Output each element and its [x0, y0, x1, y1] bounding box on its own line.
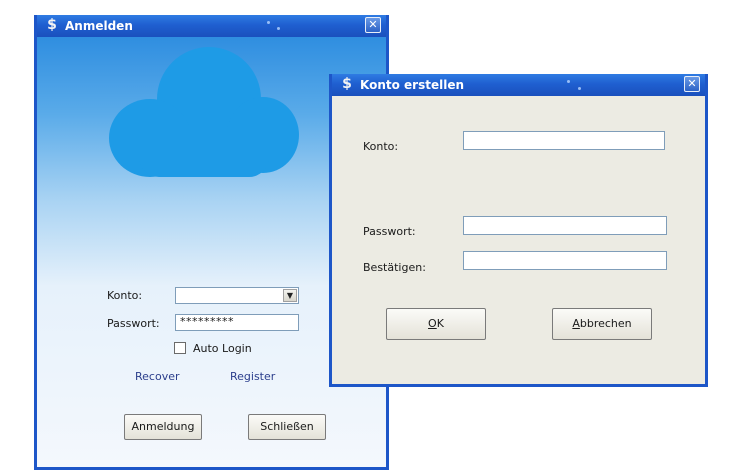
password-field[interactable]: ********* — [175, 314, 299, 331]
confirm-label: Bestätigen: — [363, 261, 426, 274]
new-password-field[interactable] — [463, 216, 667, 235]
chevron-down-icon[interactable]: ▼ — [283, 289, 297, 302]
create-close-icon[interactable]: ✕ — [684, 76, 700, 92]
login-close-icon[interactable]: ✕ — [365, 17, 381, 33]
dollar-app-icon: $ — [342, 76, 352, 92]
recover-link[interactable]: Recover — [135, 370, 180, 383]
cancel-button[interactable]: Abbrechen — [552, 308, 652, 340]
login-button[interactable]: Anmeldung — [124, 414, 202, 440]
cloud-logo — [109, 47, 299, 177]
register-link[interactable]: Register — [230, 370, 275, 383]
account-combobox[interactable]: ▼ — [175, 287, 299, 304]
dollar-app-icon: $ — [47, 17, 57, 33]
password-masked-value: ********* — [180, 315, 234, 328]
cancel-label-rest: bbrechen — [579, 317, 632, 330]
password-label: Passwort: — [107, 317, 160, 330]
titlebar-sparkle — [567, 80, 570, 83]
ok-mnemonic: O — [428, 317, 437, 330]
ok-label-rest: K — [436, 317, 444, 330]
confirm-password-field[interactable] — [463, 251, 667, 270]
new-account-field[interactable] — [463, 131, 665, 150]
close-button[interactable]: Schließen — [248, 414, 326, 440]
auto-login-label: Auto Login — [193, 342, 252, 355]
titlebar-sparkle — [578, 87, 581, 90]
login-window-title: Anmelden — [65, 19, 133, 33]
titlebar-sparkle — [267, 21, 270, 24]
new-password-label: Passwort: — [363, 225, 416, 238]
titlebar-sparkle — [277, 27, 280, 30]
create-client-area: Konto: Passwort: Bestätigen: OK Abbreche… — [332, 96, 705, 384]
auto-login-checkbox[interactable] — [174, 342, 186, 354]
ok-button[interactable]: OK — [386, 308, 486, 340]
login-titlebar[interactable]: $ Anmelden ✕ — [37, 15, 386, 37]
create-window-title: Konto erstellen — [360, 78, 465, 92]
create-titlebar[interactable]: $ Konto erstellen ✕ — [332, 74, 705, 96]
cancel-mnemonic: A — [572, 317, 580, 330]
create-account-window: $ Konto erstellen ✕ Konto: Passwort: Bes… — [329, 74, 708, 387]
new-account-label: Konto: — [363, 140, 399, 153]
account-label: Konto: — [107, 289, 143, 302]
